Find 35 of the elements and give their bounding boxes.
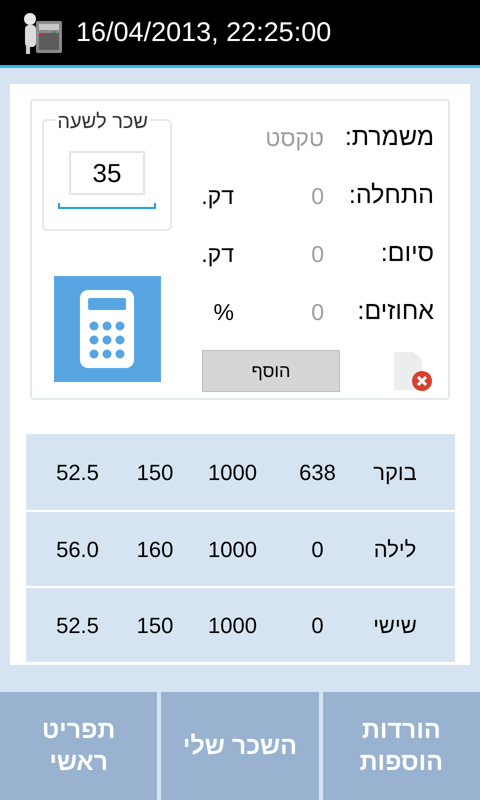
window-title: 16/04/2013, 22:25:00 [76, 16, 332, 50]
field-label: סיום: [380, 238, 434, 270]
table-cell-text: 638 [298, 458, 337, 486]
unit-label: % [214, 298, 234, 327]
table-cell-text: 1000 [207, 536, 258, 564]
table-cell-text: 1000 [207, 612, 258, 640]
field-label: משמרת: [344, 122, 434, 154]
nav-button[interactable]: תפריט ראשי [0, 692, 158, 800]
file-delete-icon[interactable] [392, 350, 434, 392]
table-cell-text: בוקר [372, 458, 418, 486]
table-cell-text: 0 [310, 612, 325, 640]
table-cell-text: 56.0 [55, 536, 100, 564]
table-cell-text: 1000 [207, 458, 258, 486]
input-field[interactable]: 0 [234, 178, 324, 214]
field-label: התחלה: [348, 180, 434, 212]
input-field[interactable]: טקסט [234, 120, 324, 156]
table-cell-text: 150 [136, 458, 174, 486]
add-button[interactable]: הוסף [202, 350, 340, 392]
nav-button[interactable]: הורדות הוספות [322, 692, 480, 800]
table-cell-text: 150 [136, 612, 174, 640]
input-field[interactable]: 0 [234, 236, 324, 272]
nav-button[interactable]: השכר שלי [161, 692, 319, 800]
unit-label: דק. [201, 182, 234, 211]
table-cell-text: לילה [372, 536, 418, 564]
field-label: אחוזים: [356, 296, 434, 328]
table-cell-text: 52.5 [55, 612, 100, 640]
input-field[interactable]: 0 [234, 294, 324, 330]
table-cell-text: 0 [310, 536, 325, 564]
table-cell-text: 52.5 [55, 458, 100, 486]
calculator-icon [80, 290, 134, 368]
hourly-wage-field[interactable]: 35 [69, 151, 145, 195]
table-cell-text: שישי [372, 612, 418, 640]
table-cell-text: 160 [136, 536, 174, 564]
unit-label: דק. [201, 240, 234, 269]
calculator-button[interactable] [54, 276, 160, 382]
